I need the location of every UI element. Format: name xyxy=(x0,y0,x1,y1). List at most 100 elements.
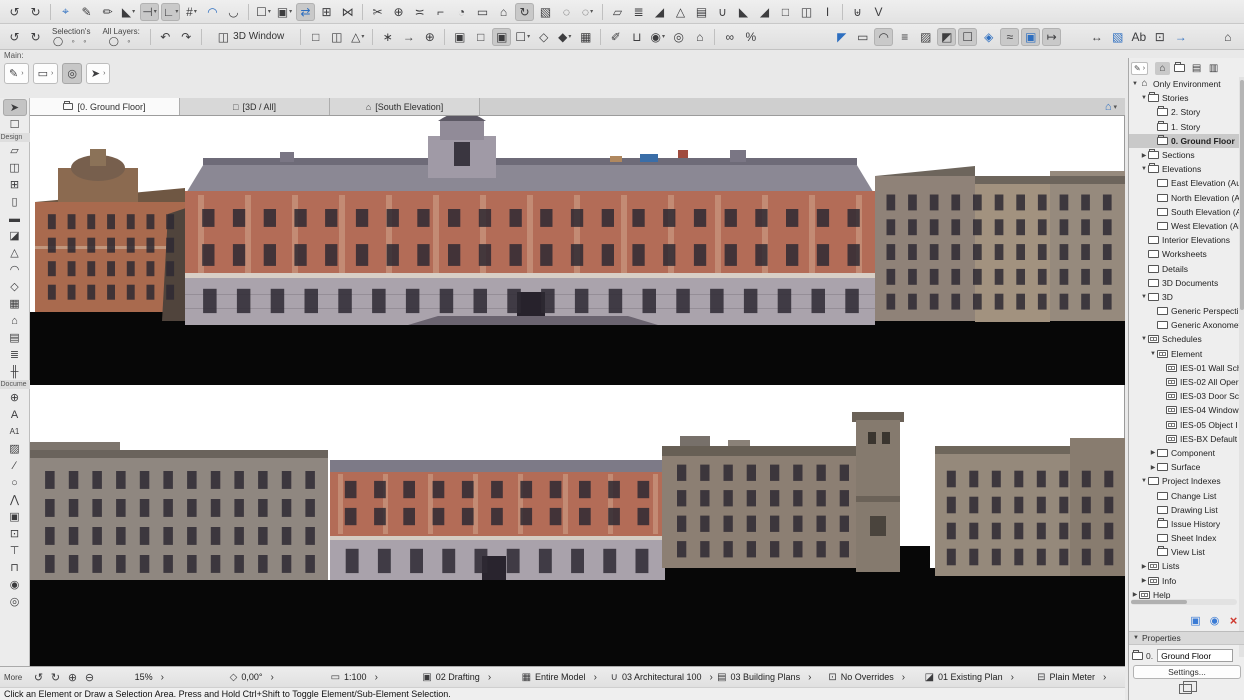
open-3d-window-button[interactable]: ◫3D Window xyxy=(210,27,292,47)
drawing-canvas[interactable] xyxy=(30,116,1125,666)
tree-item-issue-history[interactable]: Issue History xyxy=(1129,517,1239,531)
wall-tool[interactable]: ▱ xyxy=(3,142,27,159)
doc-icon[interactable]: □ xyxy=(776,3,795,21)
tree-horizontal-scrollbar[interactable] xyxy=(1131,599,1237,605)
undo-small-icon[interactable]: ↶ xyxy=(156,28,175,46)
close-icon[interactable]: × xyxy=(1225,613,1242,628)
tree-item-generic-perspecti[interactable]: Generic Perspecti xyxy=(1129,304,1239,318)
home-view-icon[interactable]: ⌂ xyxy=(690,28,709,46)
trapezoid-icon[interactable]: ◠ xyxy=(874,28,893,46)
tree-item-east-elevation-au[interactable]: East Elevation (Au xyxy=(1129,176,1239,190)
roof-tool[interactable]: △ xyxy=(3,244,27,261)
pop-out-panel-icon[interactable] xyxy=(1179,684,1192,694)
hatch-dense-icon[interactable]: ▨ xyxy=(916,28,935,46)
stair-tool[interactable]: ≣ xyxy=(3,346,27,363)
paint-bucket2-icon[interactable]: ◢ xyxy=(755,3,774,21)
find-view-icon[interactable]: ◉ xyxy=(1206,613,1223,628)
column-tool[interactable]: ▯ xyxy=(3,193,27,210)
morph-tool[interactable]: ◇ xyxy=(3,278,27,295)
tree-item-change-list[interactable]: Change List xyxy=(1129,488,1239,502)
selection-toggles[interactable]: Selection's◯ ◦ ◦ xyxy=(52,28,90,46)
redo-small-icon[interactable]: ↷ xyxy=(177,28,196,46)
pen-icon[interactable]: ✏ xyxy=(98,3,117,21)
home-dotted-icon[interactable]: ⌂ xyxy=(1218,28,1237,46)
status-dimension-style[interactable]: ⊟Plain Meter› xyxy=(1021,672,1124,683)
scissors-icon[interactable]: ✂ xyxy=(368,3,387,21)
tree-item-schedules[interactable]: ▼Schedules xyxy=(1129,332,1239,346)
status-pen-set[interactable]: ▣02 Drafting› xyxy=(406,672,509,683)
tree-item-lists[interactable]: ▶Lists xyxy=(1129,559,1239,573)
search-select-icon[interactable]: ⌖ xyxy=(56,3,75,21)
window-tool[interactable]: ⊞ xyxy=(3,176,27,193)
ruler-icon[interactable]: ◣▾ xyxy=(119,3,138,21)
drop-solid-icon[interactable]: ◆▾ xyxy=(555,28,574,46)
status-zoom-level[interactable]: 15%› xyxy=(98,672,201,683)
ibeam-icon[interactable]: I xyxy=(818,3,837,21)
story-name-input[interactable] xyxy=(1157,649,1233,662)
tree-expand-arrow[interactable]: ▶ xyxy=(1140,563,1148,570)
empty-rect-icon[interactable]: ▭ xyxy=(853,28,872,46)
poly-select-icon[interactable]: ☐▾ xyxy=(513,28,532,46)
wave-select-icon[interactable]: ≈ xyxy=(1000,28,1019,46)
tree-item-ies-03-door-sc[interactable]: IES-03 Door Sc xyxy=(1129,389,1239,403)
tree-expand-arrow[interactable]: ▼ xyxy=(1140,294,1148,300)
tree-item-2-story[interactable]: 2. Story xyxy=(1129,105,1239,119)
publisher-icon[interactable]: ▥ xyxy=(1206,62,1221,75)
paint-bucket-icon[interactable]: ◣ xyxy=(734,3,753,21)
percent-icon[interactable]: % xyxy=(741,28,760,46)
tab-stop-icon[interactable]: ↦ xyxy=(1042,28,1061,46)
slope-hatch-icon[interactable]: ◩ xyxy=(937,28,956,46)
brush-icon[interactable]: ▧ xyxy=(536,3,555,21)
tree-item-sheet-index[interactable]: Sheet Index xyxy=(1129,531,1239,545)
tree-item-info[interactable]: ▶Info xyxy=(1129,574,1239,588)
marquee-icon[interactable]: ☐▾ xyxy=(254,3,273,21)
corner-icon[interactable]: ⌐ xyxy=(431,3,450,21)
navigator-chooser-button[interactable]: ✎› xyxy=(1131,62,1148,75)
properties-header[interactable]: ▼ Properties xyxy=(1129,631,1244,645)
status-orientation[interactable]: ◇0,00°› xyxy=(201,672,304,683)
tree-item-ies-01-wall-sch[interactable]: IES-01 Wall Sch xyxy=(1129,361,1239,375)
open-in-new-tab-icon[interactable]: ▣ xyxy=(1187,613,1204,628)
element-settings-button[interactable]: ▭› xyxy=(33,63,59,84)
marquee-tool[interactable]: ☐ xyxy=(3,116,27,133)
spline-arrow-icon[interactable]: → xyxy=(1171,28,1190,46)
all-layers-toggles[interactable]: All Layers:◯ ◦ xyxy=(102,28,139,46)
zoom-in-icon[interactable]: ⊕ xyxy=(64,669,81,685)
tree-expand-arrow[interactable]: ▼ xyxy=(1140,95,1148,101)
settings-button[interactable]: Settings... xyxy=(1133,665,1241,679)
tree-item-interior-elevations[interactable]: Interior Elevations xyxy=(1129,233,1239,247)
tree-item-south-elevation-a[interactable]: South Elevation (A xyxy=(1129,205,1239,219)
image-icon[interactable]: ▦ xyxy=(576,28,595,46)
abc-icon[interactable]: Ab xyxy=(1129,28,1148,46)
arrow-tool[interactable]: ➤ xyxy=(3,99,27,116)
tree-expand-arrow[interactable]: ▼ xyxy=(1149,351,1157,357)
dimension-box-icon[interactable]: ⊞ xyxy=(317,3,336,21)
cloud-upload-icon[interactable]: ◌ xyxy=(557,3,576,21)
tab-southelevation[interactable]: ⌂[South Elevation] xyxy=(330,98,480,115)
hatch-lines-icon[interactable]: ≡ xyxy=(895,28,914,46)
tree-expand-arrow[interactable]: ▼ xyxy=(1131,81,1139,87)
drawing-tool[interactable]: ⊡ xyxy=(3,525,27,542)
paste-view-icon[interactable]: □ xyxy=(471,28,490,46)
label-tool[interactable]: A1 xyxy=(3,423,27,440)
dashed-select-icon[interactable]: ☐ xyxy=(958,28,977,46)
undo-icon[interactable]: ↺ xyxy=(5,3,24,21)
tree-item-elevations[interactable]: ▼Elevations xyxy=(1129,162,1239,176)
drag-icon[interactable]: ⇄ xyxy=(296,3,315,21)
expand-icon[interactable]: ↔ xyxy=(1087,28,1106,46)
tree-expand-arrow[interactable]: ▶ xyxy=(1149,464,1157,471)
link-icon[interactable]: ∞ xyxy=(720,28,739,46)
tree-item-worksheets[interactable]: Worksheets xyxy=(1129,247,1239,261)
tree-item-surface[interactable]: ▶Surface xyxy=(1129,460,1239,474)
tree-item-only-environment[interactable]: ▼⌂Only Environment xyxy=(1129,77,1239,91)
previous-zoom-icon[interactable]: ↺ xyxy=(30,669,47,685)
roof-edit-icon[interactable]: △ xyxy=(671,3,690,21)
railing-edit-icon[interactable]: ≣ xyxy=(629,3,648,21)
paste-special-icon[interactable]: ▣ xyxy=(492,28,511,46)
box-wire-icon[interactable]: □ xyxy=(306,28,325,46)
brush2-icon[interactable]: ✐ xyxy=(606,28,625,46)
slab-tool[interactable]: ◪ xyxy=(3,227,27,244)
tree-expand-arrow[interactable]: ▼ xyxy=(1140,166,1148,172)
column-u-icon[interactable]: ∪ xyxy=(713,3,732,21)
stretch-icon[interactable]: ⋈ xyxy=(338,3,357,21)
